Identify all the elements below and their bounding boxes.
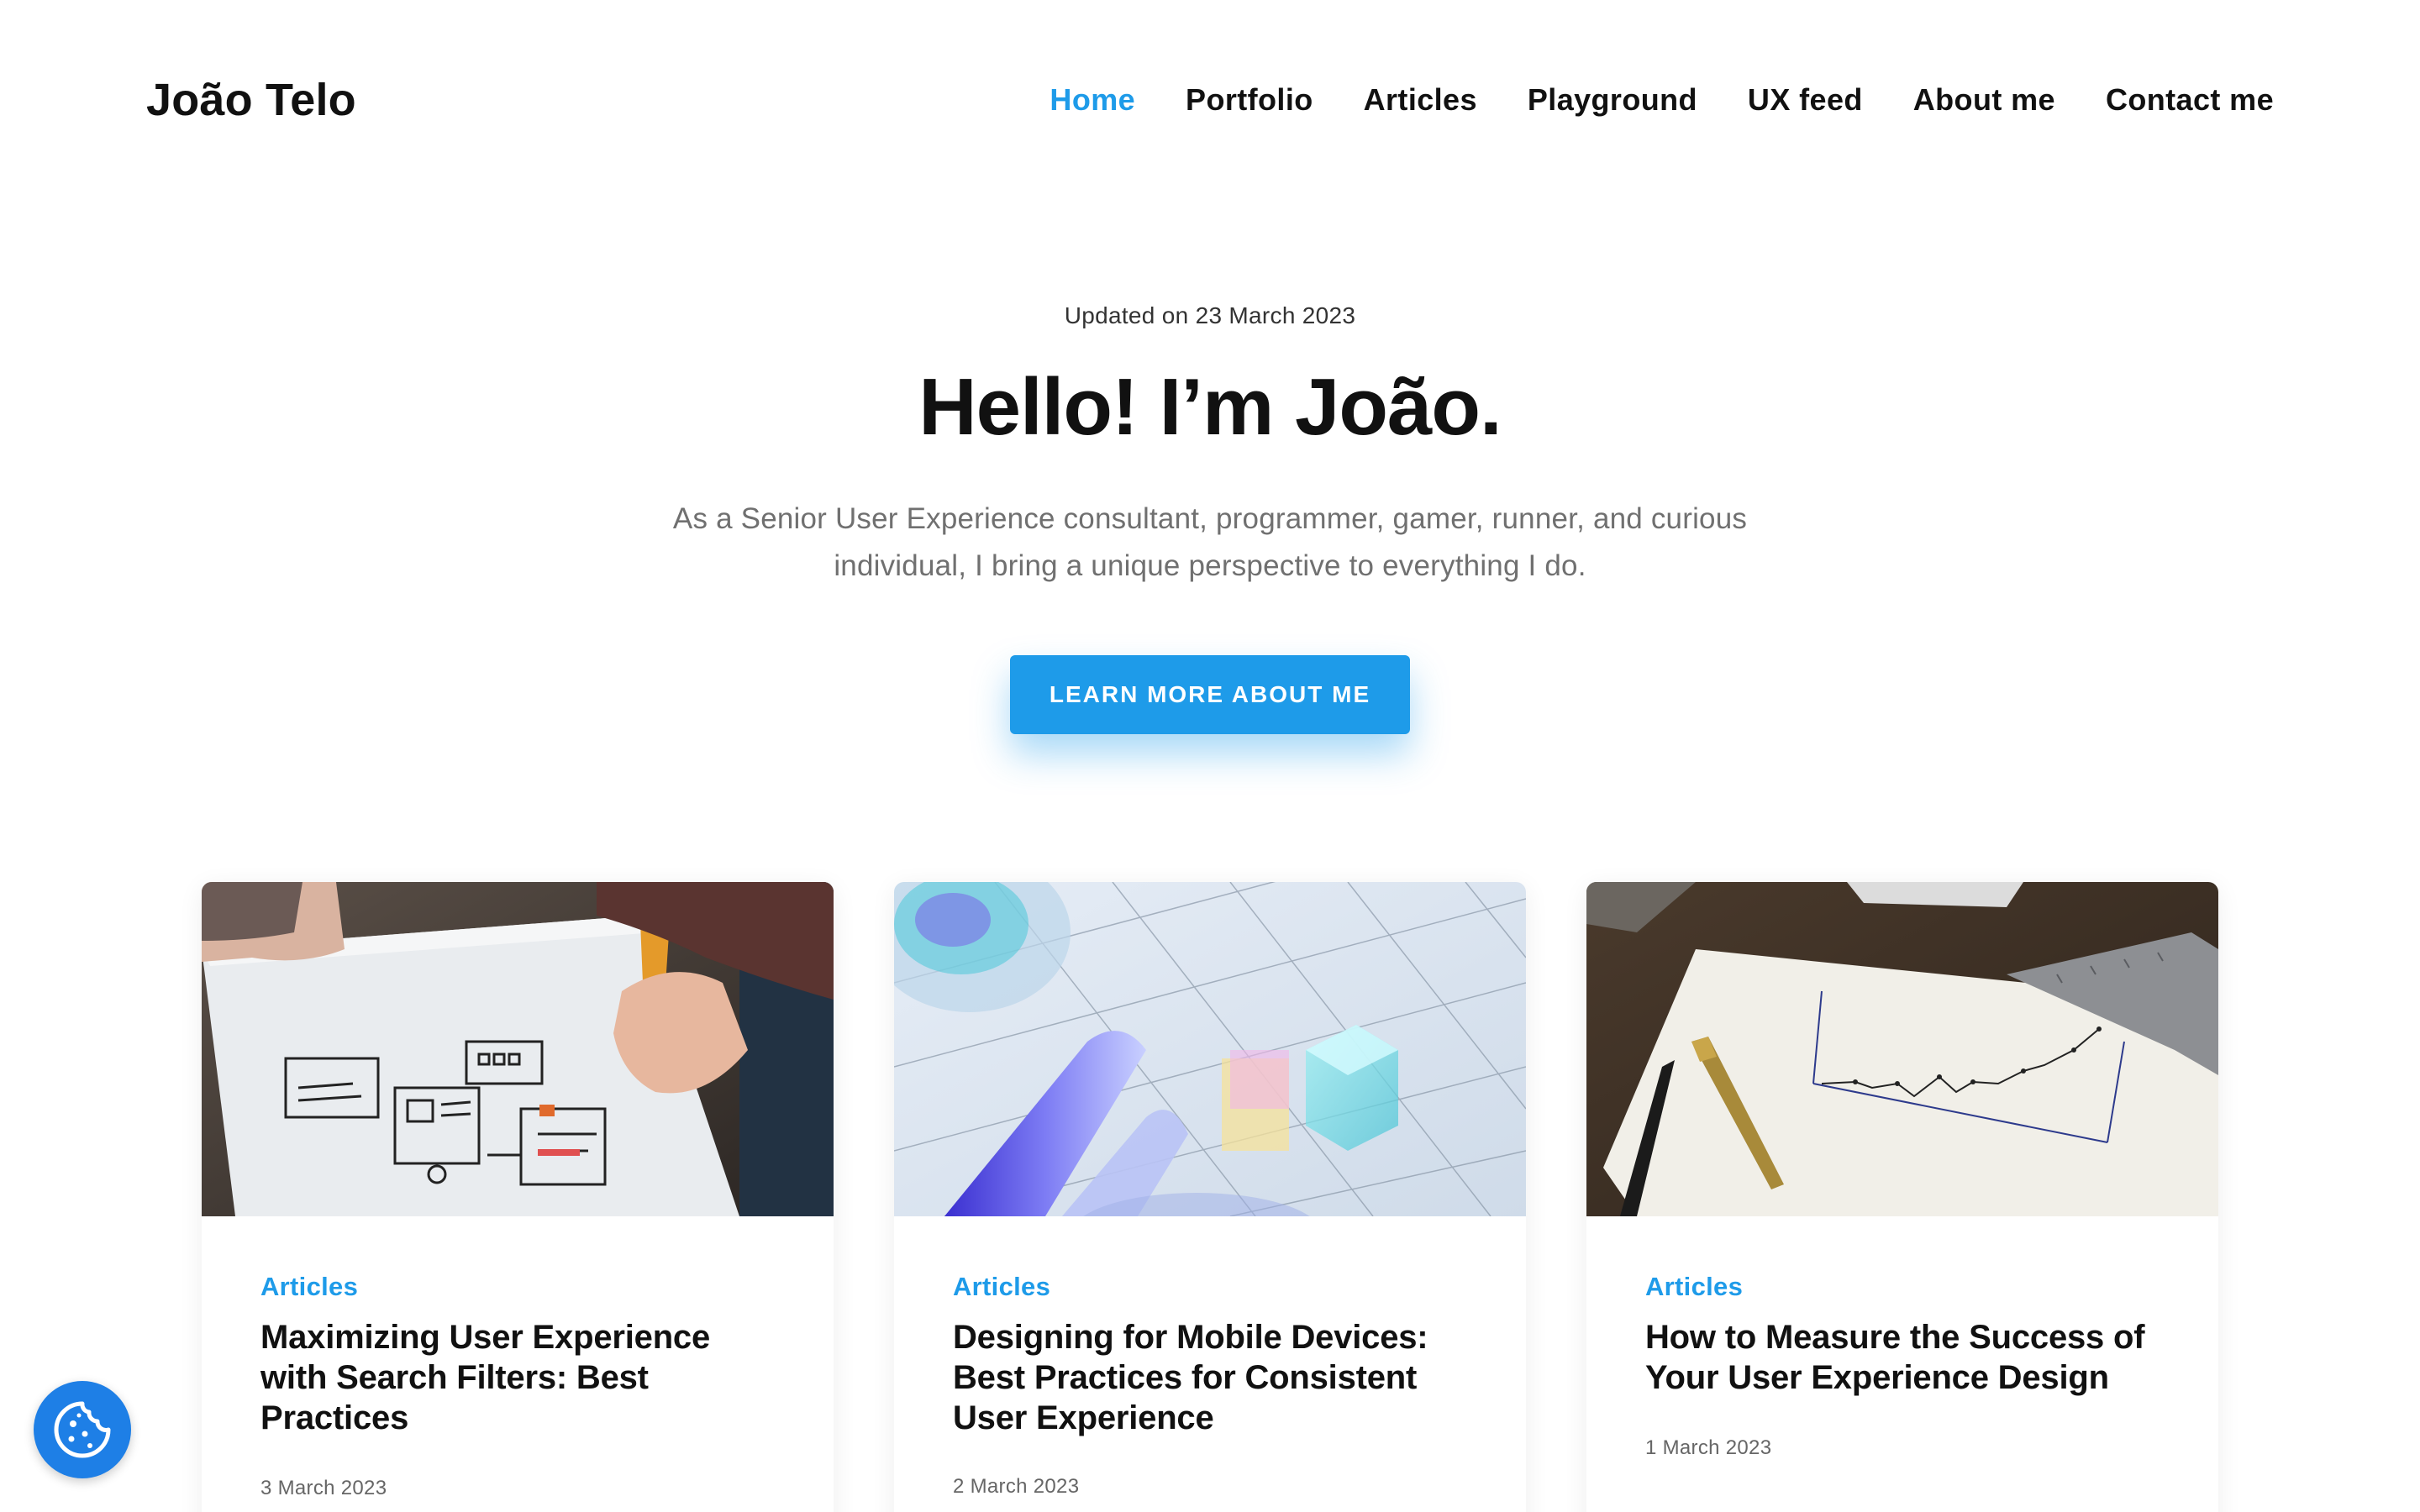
hero-section: Updated on 23 March 2023 Hello! I’m João…: [0, 302, 2420, 734]
card-title[interactable]: Maximizing User Experience with Search F…: [260, 1317, 775, 1438]
main-nav: Home Portfolio Articles Playground UX fe…: [1050, 82, 2274, 118]
card-body: Articles How to Measure the Success of Y…: [1586, 1216, 2218, 1460]
article-cards: Articles Maximizing User Experience with…: [202, 882, 2218, 1512]
learn-more-button[interactable]: LEARN MORE ABOUT ME: [1010, 654, 1410, 734]
nav-ux-feed[interactable]: UX feed: [1748, 82, 1863, 118]
cookie-icon: [54, 1401, 111, 1458]
card-category[interactable]: Articles: [953, 1272, 1467, 1302]
card-category[interactable]: Articles: [260, 1272, 775, 1302]
article-card[interactable]: Articles Designing for Mobile Devices: B…: [894, 882, 1526, 1512]
updated-date: Updated on 23 March 2023: [1064, 302, 1356, 328]
card-date: 3 March 2023: [260, 1477, 387, 1499]
article-card[interactable]: Articles How to Measure the Success of Y…: [1586, 882, 2218, 1512]
article-card[interactable]: Articles Maximizing User Experience with…: [202, 882, 834, 1512]
card-category[interactable]: Articles: [1645, 1272, 2160, 1302]
hero-title: Hello! I’m João.: [918, 362, 1502, 452]
card-body: Articles Designing for Mobile Devices: B…: [894, 1216, 1526, 1499]
hero-subtitle: As a Senior User Experience consultant, …: [672, 501, 1748, 582]
glass-shapes-image: [894, 882, 1526, 1216]
card-date: 1 March 2023: [1645, 1436, 1772, 1459]
chart-sketch-image: [1586, 882, 2218, 1216]
card-title[interactable]: Designing for Mobile Devices: Best Pract…: [953, 1317, 1467, 1438]
nav-playground[interactable]: Playground: [1528, 82, 1697, 118]
nav-about-me[interactable]: About me: [1913, 82, 2055, 118]
nav-home[interactable]: Home: [1050, 82, 1135, 118]
card-date: 2 March 2023: [953, 1475, 1080, 1498]
card-title[interactable]: How to Measure the Success of Your User …: [1645, 1317, 2160, 1398]
wireframe-sketch-image: [202, 882, 834, 1216]
nav-portfolio[interactable]: Portfolio: [1186, 82, 1313, 118]
cookie-settings-button[interactable]: [34, 1381, 131, 1478]
site-header: João Telo Home Portfolio Articles Playgr…: [0, 0, 2420, 202]
card-body: Articles Maximizing User Experience with…: [202, 1216, 834, 1500]
nav-articles[interactable]: Articles: [1364, 82, 1477, 118]
site-logo[interactable]: João Telo: [146, 74, 356, 126]
nav-contact-me[interactable]: Contact me: [2106, 82, 2274, 118]
